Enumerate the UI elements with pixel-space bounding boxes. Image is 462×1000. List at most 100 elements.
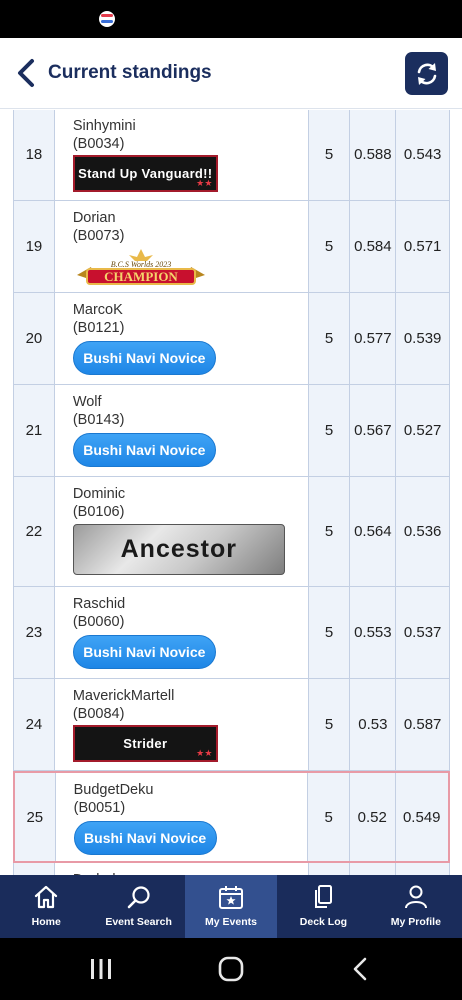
title-banner-badge: Strider ★★ (72, 725, 218, 762)
oomw-cell: 0.571 (396, 201, 449, 292)
points-cell: 5 (308, 679, 351, 770)
table-row[interactable]: Dudad (13, 863, 450, 875)
champion-emblem-icon: B.C.S Worlds 2023CHAMPION (76, 249, 205, 285)
player-cell[interactable]: Dudad (54, 863, 309, 875)
title-badge: Bushi Navi Novice (73, 819, 217, 855)
back-arrow-icon (353, 957, 367, 981)
refresh-button[interactable] (405, 52, 448, 95)
oomw-cell (396, 863, 449, 875)
novice-badge: Bushi Navi Novice (72, 433, 216, 467)
title-badge: Bushi Navi Novice (72, 339, 216, 375)
back-button[interactable] (12, 56, 40, 90)
player-id: (B0051) (73, 800, 126, 816)
table-row[interactable]: 19 Dorian (B0073) B.C.S Worlds 2023 CHAMPION… (13, 201, 450, 293)
player-cell[interactable]: MaverickMartell (B0084) Strider ★★ (54, 679, 309, 770)
player-id: (B0121) (72, 320, 125, 336)
rank-cell: 20 (14, 293, 55, 384)
rank-cell: 24 (14, 679, 55, 770)
status-bar (0, 0, 462, 38)
nav-item-event-search[interactable]: Event Search (92, 875, 184, 938)
player-cell[interactable]: Raschid (B0060) Bushi Navi Novice (54, 587, 309, 678)
table-row[interactable]: 21 Wolf (B0143) Bushi Navi Novice 5 0.567 0.52… (13, 385, 450, 477)
system-navigation-bar (0, 938, 462, 1000)
standings-table[interactable]: 18 Sinhymini (B0034) Stand Up Vanguard!! ★★ 5… (0, 110, 462, 875)
back-system-button[interactable] (350, 956, 370, 982)
table-row[interactable]: 18 Sinhymini (B0034) Stand Up Vanguard!! ★★ 5… (13, 110, 450, 201)
oomw-cell: 0.587 (396, 679, 449, 770)
badge-text: Strider (123, 736, 168, 751)
player-name[interactable]: MarcoK (73, 301, 123, 319)
table-row[interactable]: 23 Raschid (B0060) Bushi Navi Novice 5 0.553 0… (13, 587, 450, 679)
player-cell[interactable]: Dominic (B0106) Ancestor (54, 477, 309, 586)
table-row[interactable]: 22 Dominic (B0106) Ancestor 5 0.564 0.536 (13, 477, 450, 587)
badge-text: Stand Up Vanguard!! (78, 166, 213, 181)
points-cell: 5 (308, 587, 351, 678)
title-badge: Bushi Navi Novice (72, 633, 216, 669)
omw-cell: 0.553 (350, 587, 397, 678)
app-screen: Current standings 18 Sinhymini (B0034) Stan… (0, 38, 462, 938)
oomw-cell: 0.537 (396, 587, 449, 678)
player-name[interactable]: Raschid (73, 595, 125, 613)
nav-label: Deck Log (299, 916, 348, 928)
stars-icon: ★★ (196, 748, 213, 758)
home-system-button[interactable] (217, 956, 245, 982)
table-row-current-user[interactable]: 25 BudgetDeku (B0051) Bushi Navi Novice 5 0.5… (13, 771, 450, 863)
player-id: (B0073) (72, 228, 125, 244)
champion-subtext: B.C.S Worlds 2023 (111, 260, 172, 269)
nav-item-my-events[interactable]: My Events (184, 875, 278, 938)
search-icon (126, 885, 152, 916)
player-name[interactable]: MaverickMartell (73, 687, 175, 705)
rank-cell: 18 (14, 110, 55, 200)
champion-badge: B.C.S Worlds 2023 CHAMPION (73, 247, 209, 287)
nav-label: Home (31, 916, 61, 928)
player-cell[interactable]: Dorian (B0073) B.C.S Worlds 2023 CHAMPION (54, 201, 309, 292)
omw-cell (350, 863, 397, 875)
omw-cell: 0.52 (349, 773, 396, 861)
rank-cell: 25 (15, 773, 56, 861)
player-cell[interactable]: BudgetDeku (B0051) Bushi Navi Novice (55, 773, 309, 861)
header: Current standings (0, 38, 462, 109)
player-name[interactable]: Sinhymini (73, 117, 136, 135)
player-name[interactable]: BudgetDeku (74, 781, 154, 799)
person-icon (403, 885, 429, 916)
recent-apps-icon (91, 959, 111, 979)
rank-cell: 23 (14, 587, 55, 678)
oomw-cell: 0.549 (395, 773, 448, 861)
title-banner-badge: Stand Up Vanguard!! ★★ (72, 155, 218, 192)
refresh-icon (417, 62, 436, 85)
player-name[interactable]: Dorian (73, 209, 116, 227)
omw-cell: 0.53 (350, 679, 397, 770)
rank-cell: 19 (14, 201, 55, 292)
oomw-cell: 0.543 (396, 110, 449, 200)
novice-badge: Bushi Navi Novice (72, 341, 216, 375)
player-id: (B0034) (72, 136, 125, 152)
oomw-cell: 0.527 (396, 385, 449, 476)
cards-icon (310, 885, 336, 916)
calendar-star-icon (218, 885, 244, 916)
ancestor-badge: Ancestor (72, 524, 285, 575)
nav-item-my-profile[interactable]: My Profile (370, 875, 462, 938)
nav-item-deck-log[interactable]: Deck Log (277, 875, 369, 938)
points-cell: 5 (308, 110, 351, 200)
player-cell[interactable]: Sinhymini (B0034) Stand Up Vanguard!! ★★ (54, 110, 309, 200)
nav-label: Event Search (105, 916, 172, 928)
omw-cell: 0.567 (350, 385, 397, 476)
player-name[interactable]: Wolf (73, 393, 102, 411)
player-cell[interactable]: MarcoK (B0121) Bushi Navi Novice (54, 293, 309, 384)
player-id: (B0060) (72, 614, 125, 630)
nav-item-home[interactable]: Home (0, 875, 92, 938)
oomw-cell: 0.536 (396, 477, 449, 586)
nav-label: My Profile (390, 916, 441, 928)
home-circle-icon (218, 956, 244, 982)
page-title: Current standings (48, 62, 212, 83)
novice-badge: Bushi Navi Novice (72, 635, 216, 669)
title-badge: Bushi Navi Novice (72, 431, 216, 467)
omw-cell: 0.564 (350, 477, 397, 586)
player-name[interactable]: Dominic (73, 485, 125, 503)
table-row[interactable]: 20 MarcoK (B0121) Bushi Navi Novice 5 0.577 0.… (13, 293, 450, 385)
table-row[interactable]: 24 MaverickMartell (B0084) Strider ★★ 5 0.53 0.… (13, 679, 450, 771)
points-cell: 5 (308, 201, 351, 292)
home-icon (33, 885, 59, 916)
player-cell[interactable]: Wolf (B0143) Bushi Navi Novice (54, 385, 309, 476)
recent-apps-button[interactable] (88, 956, 114, 982)
